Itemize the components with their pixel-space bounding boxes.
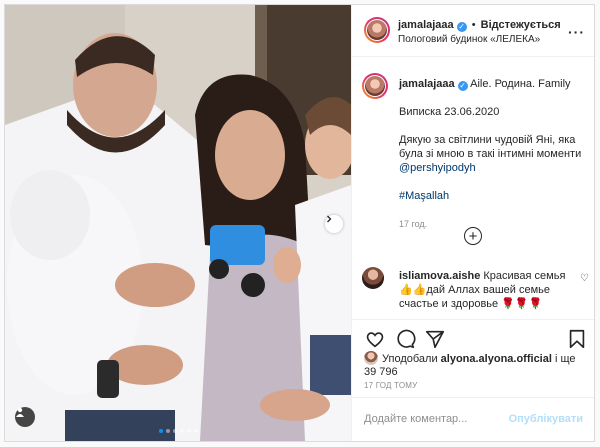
- caption-title: Aile. Родина. Family: [470, 78, 571, 90]
- comment-body: isliamova.aishe Красивая семья 👍👍дай Алл…: [399, 269, 569, 311]
- likes-prefix: Уподобали: [382, 353, 438, 365]
- bookmark-icon[interactable]: [566, 328, 588, 350]
- caption-author-avatar[interactable]: [362, 73, 388, 99]
- like-comment-heart-icon[interactable]: ♡: [580, 273, 589, 284]
- comment-input[interactable]: [364, 410, 514, 428]
- carousel-dot: [158, 429, 163, 433]
- caption-hashtag-line: #Maşallah: [399, 189, 589, 203]
- carousel-dot: [193, 429, 198, 433]
- carousel-dot: [179, 429, 184, 433]
- carousel-dot: [172, 429, 177, 433]
- instagram-post: jamalajaaa ✓ • Відстежується Пологовий бу…: [4, 4, 595, 442]
- caption-timestamp: 17 год.: [399, 219, 428, 229]
- mention-link[interactable]: @pershyipodyh: [399, 162, 476, 174]
- caption-mention-line: @pershyipodyh: [399, 161, 589, 175]
- publish-button[interactable]: Опублікувати: [509, 413, 583, 425]
- following-button[interactable]: Відстежується: [481, 19, 561, 31]
- caption-line-thanks: Дякую за світлини чудовій Яні, яка була …: [399, 134, 582, 160]
- location-link[interactable]: Пологовий будинок «ЛЕЛЕКА»: [398, 34, 540, 45]
- commenter-avatar[interactable]: [362, 267, 384, 289]
- caption-username[interactable]: jamalajaaa: [399, 78, 455, 90]
- tagged-user-icon[interactable]: [15, 407, 35, 427]
- comments-area: jamalajaaa ✓ Aile. Родина. Family Виписка…: [352, 57, 594, 319]
- post-header: jamalajaaa ✓ • Відстежується Пологовий бу…: [352, 5, 594, 57]
- more-horizontal-icon[interactable]: ···: [568, 24, 585, 40]
- share-icon[interactable]: [424, 328, 446, 350]
- author-username[interactable]: jamalajaaa: [398, 19, 454, 31]
- chevron-right-icon[interactable]: [325, 215, 343, 233]
- post-side-panel: jamalajaaa ✓ • Відстежується Пологовий бу…: [351, 5, 594, 441]
- caption: jamalajaaa ✓ Aile. Родина. Family Виписка…: [399, 77, 589, 231]
- commenter-username[interactable]: isliamova.aishe: [399, 270, 480, 282]
- carousel-dot: [186, 429, 191, 433]
- plus-circle-icon[interactable]: +: [464, 227, 482, 245]
- carousel-dot: [165, 429, 170, 433]
- dot-separator: •: [471, 19, 476, 31]
- verified-badge-icon: ✓: [456, 22, 467, 32]
- post-photo[interactable]: [5, 5, 351, 441]
- add-comment-bar: Опублікувати: [352, 397, 594, 441]
- header-title-row: jamalajaaa ✓ • Відстежується: [398, 19, 561, 32]
- post-timestamp[interactable]: 17 ГОД ТОМУ: [364, 381, 417, 390]
- caption-line-discharge: Виписка 23.06.2020: [399, 106, 500, 118]
- photo-illustration: [5, 5, 351, 441]
- liker-avatar[interactable]: [364, 351, 378, 365]
- verified-badge-icon: ✓: [457, 81, 468, 91]
- hashtag-link[interactable]: #Maşallah: [399, 190, 449, 202]
- carousel-indicator: [5, 429, 351, 433]
- caption-first-line: jamalajaaa ✓ Aile. Родина. Family: [399, 77, 589, 91]
- comment-icon[interactable]: [394, 328, 416, 350]
- heart-icon[interactable]: [364, 328, 386, 350]
- liker-username[interactable]: alyona.alyona.official: [441, 353, 552, 365]
- likes-summary: Уподобали alyona.alyona.official і ще 39…: [364, 351, 589, 379]
- author-avatar[interactable]: [364, 17, 390, 43]
